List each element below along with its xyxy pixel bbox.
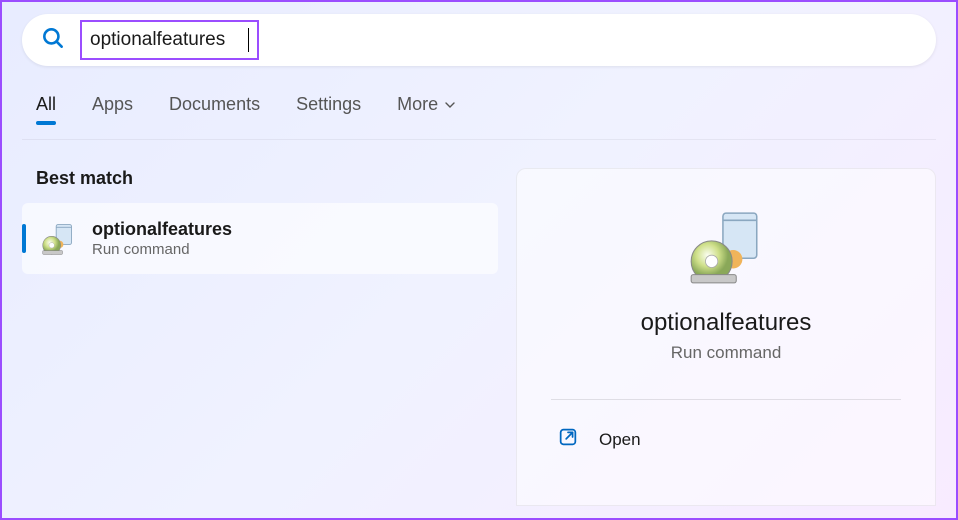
tab-documents[interactable]: Documents — [169, 94, 260, 121]
detail-subtitle: Run command — [671, 343, 782, 363]
search-bar[interactable] — [22, 14, 936, 66]
chevron-down-icon — [444, 99, 456, 111]
program-box-icon — [685, 207, 767, 289]
text-cursor — [248, 28, 249, 52]
tab-settings[interactable]: Settings — [296, 94, 361, 121]
filter-tabs: All Apps Documents Settings More — [22, 66, 936, 140]
search-result-item[interactable]: optionalfeatures Run command — [22, 203, 498, 274]
tab-apps[interactable]: Apps — [92, 94, 133, 121]
tab-more[interactable]: More — [397, 94, 456, 121]
search-highlight-box — [80, 20, 259, 60]
divider — [551, 399, 901, 400]
open-label: Open — [599, 430, 641, 450]
program-box-icon — [40, 221, 76, 257]
open-external-icon — [557, 426, 579, 453]
result-title: optionalfeatures — [92, 219, 232, 240]
open-action[interactable]: Open — [551, 422, 901, 457]
tab-more-label: More — [397, 94, 438, 115]
result-subtitle: Run command — [92, 241, 232, 258]
detail-title: optionalfeatures — [641, 309, 812, 337]
tab-all[interactable]: All — [36, 94, 56, 121]
search-icon — [40, 25, 66, 56]
detail-panel: optionalfeatures Run command Open — [516, 168, 936, 506]
search-input[interactable] — [90, 29, 250, 51]
best-match-heading: Best match — [36, 168, 484, 189]
